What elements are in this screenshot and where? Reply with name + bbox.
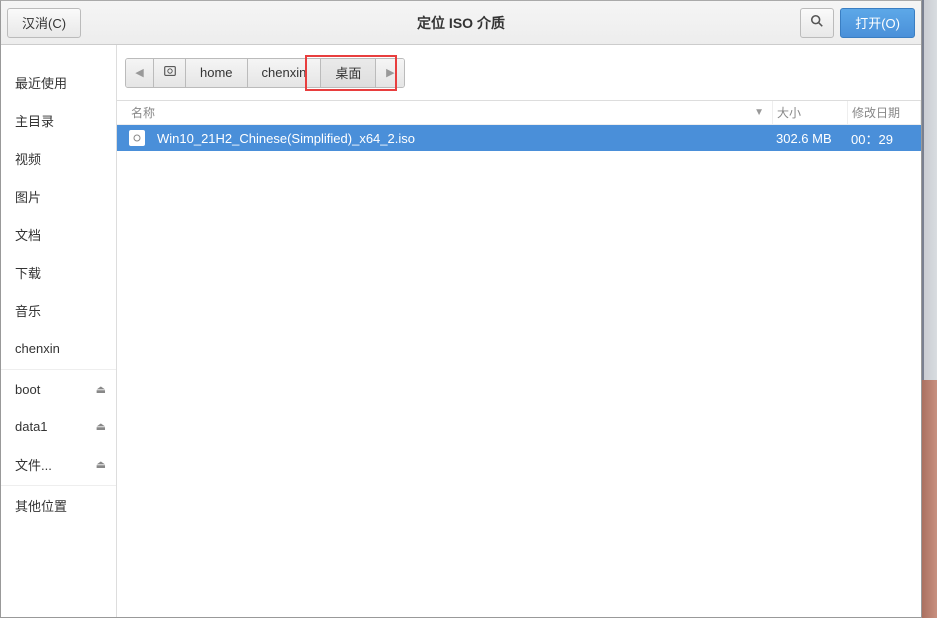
search-button[interactable] [800,8,834,38]
eject-icon[interactable]: ⏏ [96,458,106,471]
sidebar-item-label: chenxin [15,341,60,356]
desktop-edge [922,0,937,618]
eject-icon[interactable]: ⏏ [96,420,106,433]
sidebar-item-label: 其他位置 [15,496,67,515]
column-headers: 名称 ▼ 大小 修改日期 [117,101,921,125]
sidebar-item-label: 下载 [15,263,41,282]
sidebar-item[interactable]: 音乐 [1,291,116,329]
breadcrumb-bar: ◀ home chenxin 桌面 ▶ [117,45,921,101]
breadcrumb-root-button[interactable] [154,59,186,87]
file-list: Win10_21H2_Chinese(Simplified)_x64_2.iso… [117,125,921,617]
sidebar-item-label: 最近使用 [15,73,67,92]
sidebar-item-label: 音乐 [15,301,41,320]
sidebar-item-label: 文档 [15,225,41,244]
file-name: Win10_21H2_Chinese(Simplified)_x64_2.iso [157,131,772,146]
cancel-button[interactable]: 汉消(C) [7,8,81,38]
open-button[interactable]: 打开(O) [840,8,915,38]
breadcrumb-item-chenxin[interactable]: chenxin [248,59,322,87]
sidebar-item-label: 文件... [15,455,52,474]
file-date: 00：29 [847,129,921,148]
sort-indicator-icon: ▼ [754,107,764,118]
sidebar-item[interactable]: 最近使用 [1,63,116,101]
column-name[interactable]: 名称 ▼ [117,104,772,121]
sidebar: 最近使用主目录视频图片文档下载音乐chenxinboot⏏data1⏏文件...… [1,45,117,617]
column-size[interactable]: 大小 [772,101,847,124]
window-title: 定位 ISO 介质 [417,13,505,33]
breadcrumb-back-button[interactable]: ◀ [126,59,154,87]
sidebar-item-label: 主目录 [15,111,54,130]
file-row[interactable]: Win10_21H2_Chinese(Simplified)_x64_2.iso… [117,125,921,151]
sidebar-item[interactable]: 其他位置 [1,485,116,523]
sidebar-item[interactable]: 视频 [1,139,116,177]
file-size: 302.6 MB [772,131,847,146]
breadcrumb: ◀ home chenxin 桌面 ▶ [125,58,405,88]
sidebar-item-label: boot [15,382,40,397]
sidebar-item[interactable]: data1 ⏏ [1,407,116,445]
sidebar-item[interactable]: 下载 [1,253,116,291]
sidebar-item[interactable]: boot ⏏ [1,369,116,407]
sidebar-item[interactable]: chenxin [1,329,116,367]
sidebar-item-label: 视频 [15,149,41,168]
titlebar: 汉消(C) 定位 ISO 介质 打开(O) [1,1,921,45]
column-date[interactable]: 修改日期 [847,101,921,124]
iso-file-icon [129,130,145,146]
sidebar-item[interactable]: 图片 [1,177,116,215]
sidebar-item[interactable]: 主目录 [1,101,116,139]
search-icon [810,14,824,31]
breadcrumb-item-desktop[interactable]: 桌面 [321,59,376,87]
disk-icon [163,64,177,81]
sidebar-item-label: data1 [15,419,48,434]
sidebar-item[interactable]: 文档 [1,215,116,253]
breadcrumb-forward-button[interactable]: ▶ [376,59,404,87]
eject-icon[interactable]: ⏏ [96,383,106,396]
sidebar-item-label: 图片 [15,187,41,206]
breadcrumb-item-home[interactable]: home [186,59,248,87]
sidebar-item[interactable]: 文件... ⏏ [1,445,116,483]
